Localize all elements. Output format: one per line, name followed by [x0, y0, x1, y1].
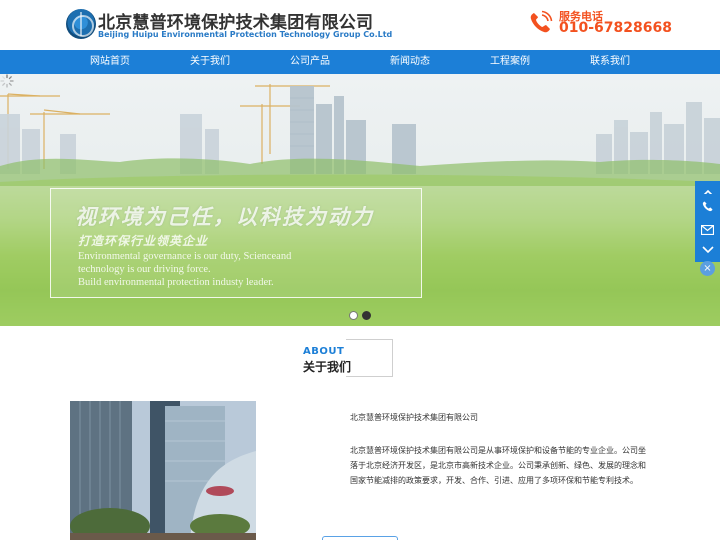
banner-slogan-sub: 打造环保行业领英企业	[78, 234, 209, 248]
banner-slogan-en-line: Build environmental protection industy l…	[78, 277, 274, 288]
nav-item-about[interactable]: 关于我们	[160, 50, 260, 74]
about-company-title: 北京慧普环境保护技术集团有限公司	[350, 413, 478, 422]
site-header: 北京慧普环境保护技术集团有限公司 Beijing Huipu Environme…	[0, 0, 720, 48]
loading-spinner-icon	[0, 74, 14, 88]
banner-slogan-en-line: Environmental governance is our duty, Sc…	[78, 251, 292, 262]
mail-icon	[701, 225, 714, 235]
nav-item-contact[interactable]: 联系我们	[560, 50, 660, 74]
about-description-line: 北京慧普环境保护技术集团有限公司是从事环境保护和设备节能的专业企业。公司坐	[350, 446, 646, 455]
nav-item-news[interactable]: 新闻动态	[360, 50, 460, 74]
main-nav: 网站首页 关于我们 公司产品 新闻动态 工程案例 联系我们	[0, 50, 720, 74]
about-company-description: 北京慧普环境保护技术集团有限公司是从事环境保护和设备节能的专业企业。公司坐 落于…	[350, 443, 650, 488]
banner-slogan-cn: 视环境为己任，以科技为动力	[75, 205, 374, 229]
nav-item-cases[interactable]: 工程案例	[460, 50, 560, 74]
sidebar-close-button[interactable]: ×	[700, 261, 715, 276]
about-heading-cn: 关于我们	[303, 360, 352, 374]
company-building-photo	[70, 401, 256, 540]
scroll-down-button[interactable]	[695, 238, 720, 262]
about-description-line: 落于北京经济开发区，是北京市高新技术企业。公司秉承创新、绿色、发展的理念和	[350, 461, 646, 470]
phone-contact-button[interactable]	[695, 194, 720, 218]
hero-banner[interactable]: 视环境为己任，以科技为动力 打造环保行业领英企业 Environmental g…	[0, 74, 720, 326]
company-logo[interactable]	[66, 9, 96, 39]
slide-dot-2[interactable]	[362, 311, 371, 320]
nav-item-products[interactable]: 公司产品	[260, 50, 360, 74]
phone-icon	[530, 10, 553, 33]
chevron-down-icon	[701, 246, 714, 254]
nav-item-home[interactable]: 网站首页	[60, 50, 160, 74]
service-number: 010-67828668	[559, 20, 672, 36]
company-name-en: Beijing Huipu Environmental Protection T…	[98, 30, 393, 39]
phone-icon	[702, 201, 713, 211]
about-heading-frame	[346, 339, 393, 377]
about-heading-en: ABOUT	[303, 346, 345, 357]
banner-slogan-en: Environmental governance is our duty, Sc…	[78, 250, 398, 289]
about-description-line: 国家节能减排的政策要求，开发、合作、引进、应用了多项环保和节能专利技术。	[350, 476, 638, 485]
more-button[interactable]	[322, 536, 398, 540]
banner-slogan-en-line: technology is our driving force.	[78, 264, 211, 275]
slide-dot-1[interactable]	[349, 311, 358, 320]
